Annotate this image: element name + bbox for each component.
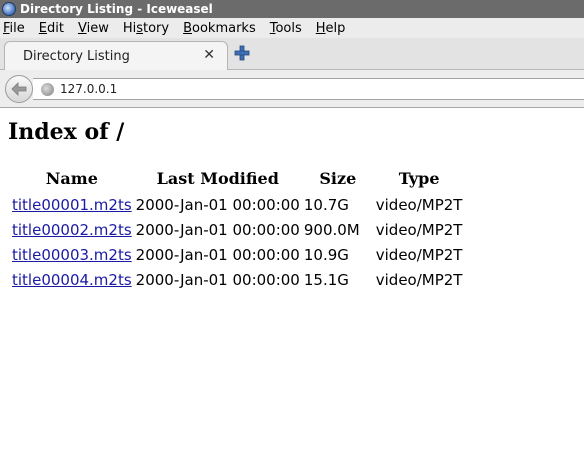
- file-link[interactable]: title00001.m2ts: [12, 196, 132, 214]
- column-header-type: Type: [398, 169, 440, 188]
- menu-edit[interactable]: Edit: [39, 21, 64, 36]
- table-header-row: Name Last Modified Size Type: [10, 167, 464, 192]
- column-header-last-modified: Last Modified: [156, 169, 279, 188]
- modified-cell: 2000-Jan-01 00:00:00: [135, 245, 300, 264]
- menu-help[interactable]: Help: [316, 21, 346, 36]
- size-cell: 10.7G: [303, 195, 349, 214]
- table-row: title00003.m2ts 2000-Jan-01 00:00:00 10.…: [10, 242, 464, 267]
- menu-history[interactable]: History: [123, 21, 169, 36]
- table-row: title00004.m2ts 2000-Jan-01 00:00:00 15.…: [10, 267, 464, 292]
- modified-cell: 2000-Jan-01 00:00:00: [135, 220, 300, 239]
- modified-cell: 2000-Jan-01 00:00:00: [135, 195, 300, 214]
- table-row: title00002.m2ts 2000-Jan-01 00:00:00 900…: [10, 217, 464, 242]
- globe-icon: [41, 82, 54, 96]
- column-header-name: Name: [45, 169, 98, 188]
- tab-strip: Directory Listing ✕: [0, 38, 584, 71]
- column-header-size: Size: [319, 169, 357, 188]
- modified-cell: 2000-Jan-01 00:00:00: [135, 270, 300, 289]
- file-listing-table: Name Last Modified Size Type title00001.…: [10, 167, 464, 292]
- file-link[interactable]: title00003.m2ts: [12, 246, 132, 264]
- page-content: Index of / Name Last Modified Size Type …: [0, 109, 584, 453]
- menu-tools[interactable]: Tools: [270, 21, 302, 36]
- table-row: title00001.m2ts 2000-Jan-01 00:00:00 10.…: [10, 192, 464, 217]
- file-link[interactable]: title00002.m2ts: [12, 221, 132, 239]
- back-button[interactable]: [5, 75, 33, 103]
- window-titlebar: Directory Listing - Iceweasel: [0, 0, 584, 18]
- plus-icon[interactable]: [234, 45, 250, 61]
- size-cell: 15.1G: [303, 270, 349, 289]
- page-title: Index of /: [8, 119, 125, 145]
- type-cell: video/MP2T: [375, 220, 463, 239]
- navigation-bar: 127.0.0.1: [0, 70, 584, 108]
- iceweasel-icon: [2, 2, 16, 16]
- type-cell: video/MP2T: [375, 195, 463, 214]
- url-bar[interactable]: 127.0.0.1: [33, 78, 584, 100]
- file-link[interactable]: title00004.m2ts: [12, 271, 132, 289]
- menu-bookmarks[interactable]: Bookmarks: [183, 21, 256, 36]
- url-text[interactable]: 127.0.0.1: [60, 82, 117, 96]
- tab-label: Directory Listing: [23, 49, 130, 64]
- menu-bar: File Edit View History Bookmarks Tools H…: [0, 18, 584, 38]
- size-cell: 900.0M: [303, 220, 360, 239]
- menu-file[interactable]: File: [3, 21, 25, 36]
- back-arrow-icon: [11, 82, 27, 96]
- close-icon[interactable]: ✕: [203, 48, 215, 62]
- tab-directory-listing[interactable]: Directory Listing ✕: [4, 41, 228, 71]
- menu-view[interactable]: View: [78, 21, 109, 36]
- window-title: Directory Listing - Iceweasel: [20, 2, 213, 16]
- type-cell: video/MP2T: [375, 270, 463, 289]
- type-cell: video/MP2T: [375, 245, 463, 264]
- size-cell: 10.9G: [303, 245, 349, 264]
